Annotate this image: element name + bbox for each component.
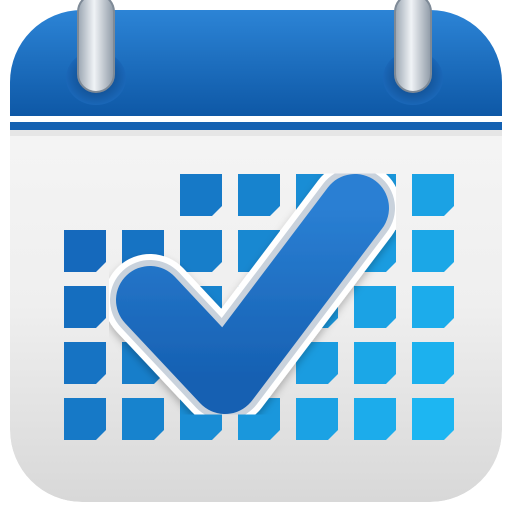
- calendar-day-cell: [180, 174, 222, 216]
- calendar-app-icon[interactable]: [0, 0, 512, 512]
- binder-ring-left: [77, 0, 115, 93]
- calendar-day-cell: [412, 286, 454, 328]
- calendar-day-cell: [354, 342, 396, 384]
- calendar-day-cell: [412, 230, 454, 272]
- calendar-day-cell: [412, 342, 454, 384]
- calendar-day-cell: [354, 286, 396, 328]
- calendar-day-cell: [412, 398, 454, 440]
- calendar-day-cell: [180, 230, 222, 272]
- calendar-day-cell: [122, 398, 164, 440]
- calendar-day-cell: [354, 398, 396, 440]
- calendar-day-cell: [64, 342, 106, 384]
- calendar-day-cell: [64, 230, 106, 272]
- header-divider-blue: [10, 122, 502, 130]
- calendar-day-cell: [64, 286, 106, 328]
- calendar-day-cell: [64, 398, 106, 440]
- binder-ring-right: [394, 0, 432, 93]
- header-divider-light: [10, 116, 502, 122]
- calendar-day-cell: [296, 398, 338, 440]
- calendar-day-cell: [412, 174, 454, 216]
- header-divider-shadow: [10, 130, 502, 136]
- calendar-day-cell: [238, 174, 280, 216]
